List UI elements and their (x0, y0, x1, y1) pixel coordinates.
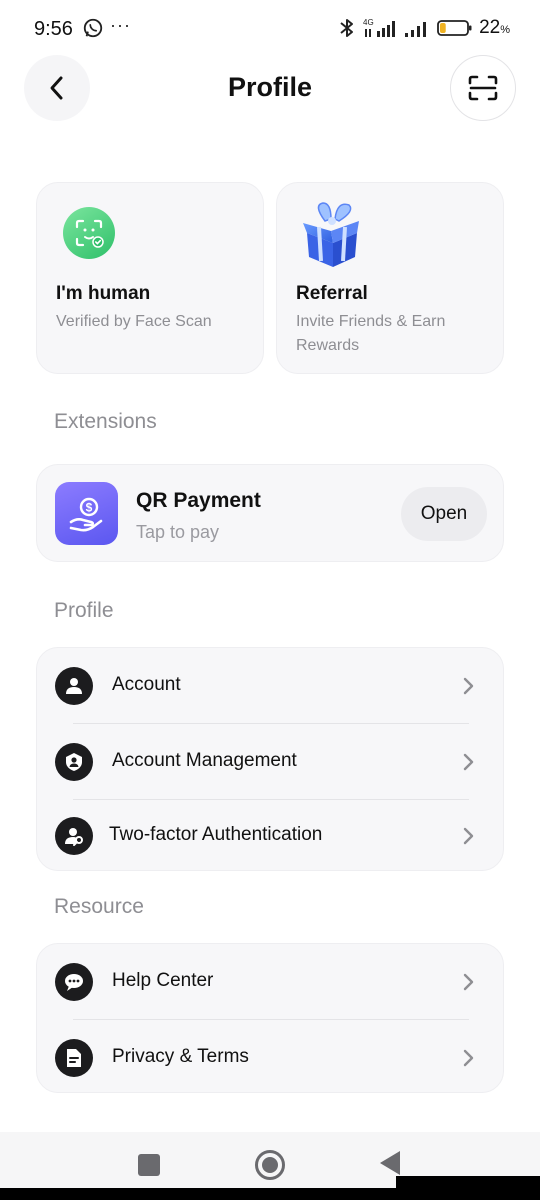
system-back-button[interactable] (380, 1151, 400, 1175)
svg-text:$: $ (85, 500, 92, 514)
im-human-title: I'm human (56, 283, 151, 304)
notification-dots: ··· (110, 15, 131, 35)
referral-title: Referral (296, 283, 368, 304)
referral-card[interactable]: Referral Invite Friends & Earn Rewards (276, 182, 504, 374)
user-key-icon (55, 817, 93, 855)
shield-person-icon (55, 743, 93, 781)
profile-list: Account Account Management Two-factor Au… (36, 647, 504, 871)
home-dot-icon (262, 1157, 278, 1173)
section-extensions: Extensions (54, 410, 157, 433)
list-item-account[interactable]: Account (37, 648, 505, 724)
signal-icon (405, 22, 427, 37)
qr-payment-subtitle: Tap to pay (136, 522, 220, 542)
home-button[interactable] (255, 1150, 285, 1180)
battery-percent: 22% (479, 17, 510, 38)
section-profile: Profile (54, 599, 114, 622)
scan-icon (468, 75, 498, 101)
document-icon (55, 1039, 93, 1077)
svg-text:4G: 4G (363, 18, 374, 27)
chevron-right-icon (463, 973, 474, 991)
battery-icon (437, 20, 472, 36)
chevron-right-icon (463, 1049, 474, 1067)
list-item-label: Privacy & Terms (112, 1046, 249, 1067)
resource-list: Help Center Privacy & Terms (36, 943, 504, 1093)
status-bar: 9:56 ··· 4G 22% (0, 0, 540, 58)
list-item-help-center[interactable]: Help Center (37, 944, 505, 1020)
im-human-card[interactable]: I'm human Verified by Face Scan (36, 182, 264, 374)
list-item-label: Account (112, 674, 181, 695)
qr-payment-title: QR Payment (136, 489, 261, 512)
list-item-two-factor[interactable]: Two-factor Authentication (37, 798, 505, 874)
referral-subtitle: Invite Friends & Earn Rewards (296, 313, 446, 354)
person-icon (55, 667, 93, 705)
chevron-right-icon (463, 677, 474, 695)
recents-button[interactable] (138, 1154, 160, 1176)
face-scan-icon (63, 207, 115, 259)
chevron-right-icon (463, 827, 474, 845)
list-item-label: Account Management (112, 750, 297, 771)
chevron-right-icon (463, 753, 474, 771)
list-item-account-management[interactable]: Account Management (37, 724, 505, 800)
whatsapp-icon (83, 18, 103, 38)
screen-edge-bottom (0, 1188, 540, 1200)
status-time: 9:56 (34, 18, 73, 40)
list-item-label: Two-factor Authentication (109, 824, 323, 845)
bluetooth-icon (340, 19, 354, 37)
im-human-subtitle: Verified by Face Scan (56, 313, 212, 330)
qr-payment-card[interactable]: $ QR Payment Tap to pay Open (36, 464, 504, 562)
list-item-label: Help Center (112, 970, 214, 991)
status-indicators: 4G 22% (337, 16, 510, 40)
chat-bubble-icon (55, 963, 93, 1001)
list-item-privacy-terms[interactable]: Privacy & Terms (37, 1020, 505, 1096)
gift-box-icon (303, 202, 359, 267)
qr-payment-icon: $ (55, 482, 118, 545)
open-button[interactable]: Open (401, 487, 487, 541)
scan-button[interactable] (450, 55, 516, 121)
section-resource: Resource (54, 895, 144, 918)
signal-4g-icon: 4G (363, 18, 396, 37)
